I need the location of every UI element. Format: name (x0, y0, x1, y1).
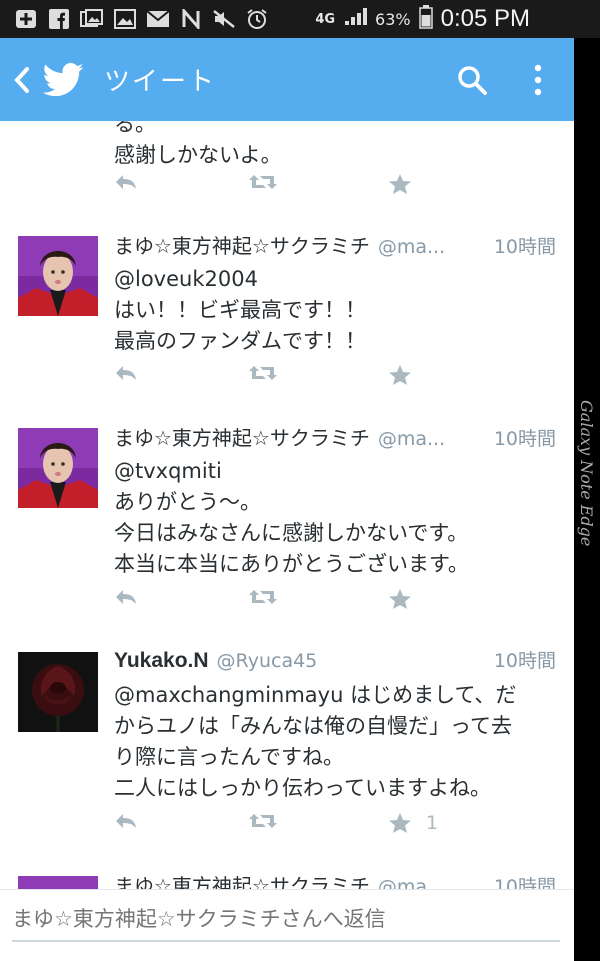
star-icon (389, 589, 411, 609)
tweet[interactable]: る。 感謝しかないよ。 (0, 121, 574, 217)
retweet-button[interactable] (248, 812, 278, 830)
mail-icon (146, 8, 170, 30)
display-name[interactable]: まゆ☆東方神起☆サクラミチ (114, 422, 370, 451)
system-status: 4G 63% 0:05 PM (315, 5, 600, 33)
back-arrow-icon (14, 66, 29, 93)
tweet-line: 最高のファンダムです！！ (114, 329, 366, 353)
add-box-icon (14, 8, 38, 30)
tweet-actions (114, 364, 554, 394)
reply-bar (0, 889, 574, 961)
timestamp: 10時間 (493, 876, 556, 889)
back-button[interactable] (6, 66, 38, 94)
screen-name[interactable]: @ma... (378, 876, 445, 889)
search-icon (458, 65, 487, 95)
mute-icon (212, 8, 236, 30)
clock: 0:05 PM (440, 5, 530, 32)
battery-icon (418, 5, 433, 33)
network-type: 4G (315, 11, 336, 27)
favorite-button[interactable]: 1 (388, 812, 438, 834)
tweet-line: @maxchangminmayu はじめまして、だ (114, 683, 517, 707)
retweet-icon (249, 366, 277, 380)
tweet-header: まゆ☆東方神起☆サクラミチ @ma... 10時間 (114, 422, 556, 456)
app-bar: ツイート (0, 38, 574, 121)
retweet-icon (249, 175, 277, 189)
tweet-line: 今日はみなさんに感謝しかないです。 (114, 521, 469, 545)
tweet-line: 二人にはしっかり伝わっていますよね。 (114, 776, 491, 800)
star-icon (389, 813, 411, 833)
mention-link[interactable]: @tvxqmiti (114, 456, 556, 487)
screen-name[interactable]: @ma... (378, 236, 445, 258)
alarm-icon (245, 8, 269, 30)
avatar[interactable] (18, 428, 98, 508)
tweet[interactable]: Yukako.N @Ryuca45 10時間 @maxchangminmayu … (0, 632, 574, 857)
tweet-header: まゆ☆東方神起☆サクラミチ @ma... 10時間 (114, 230, 556, 264)
gallery-icon (80, 8, 104, 30)
retweet-icon (249, 590, 277, 604)
device-label: Galaxy Note Edge (577, 400, 596, 547)
favorite-count: 1 (426, 812, 439, 834)
avatar[interactable] (18, 236, 98, 316)
page-title: ツイート (104, 67, 217, 97)
retweet-icon (249, 814, 277, 828)
star-icon (389, 365, 411, 385)
reply-button[interactable] (114, 812, 138, 830)
nfc-icon (179, 8, 203, 30)
status-bar: 4G 63% 0:05 PM (0, 0, 600, 38)
star-icon (389, 174, 411, 194)
favorite-button[interactable] (388, 173, 412, 195)
display-name[interactable]: まゆ☆東方神起☆サクラミチ (114, 870, 370, 889)
screen-name[interactable]: @Ryuca45 (217, 650, 318, 672)
tweet-actions (114, 173, 554, 203)
notification-icons (0, 8, 269, 30)
display-name[interactable]: まゆ☆東方神起☆サクラミチ (114, 230, 370, 259)
avatar[interactable] (18, 876, 98, 889)
display-name[interactable]: Yukako.N (114, 649, 209, 673)
favorite-button[interactable] (388, 588, 412, 610)
facebook-icon (47, 8, 71, 30)
tweet-header: Yukako.N @Ryuca45 10時間 (114, 646, 556, 680)
more-vert-icon (534, 64, 542, 95)
image-icon (113, 8, 137, 30)
reply-icon (116, 814, 136, 828)
reply-input[interactable] (12, 902, 560, 942)
tweet-line: ありがとう〜。 (114, 490, 261, 514)
twitter-bird-icon (42, 61, 88, 99)
tweet-line: る。 (114, 121, 156, 136)
reply-icon (116, 366, 136, 380)
reply-button[interactable] (114, 588, 138, 606)
app-bar-actions (454, 62, 556, 98)
mention-link[interactable]: @loveuk2004 (114, 264, 556, 295)
retweet-button[interactable] (248, 364, 278, 382)
tweet[interactable]: まゆ☆東方神起☆サクラミチ @ma... 10時間 (0, 856, 574, 889)
reply-button[interactable] (114, 364, 138, 382)
tweet-timeline[interactable]: る。 感謝しかないよ。 まゆ☆東方神起☆サクラミチ @ma... 10時間 @l… (0, 121, 574, 889)
timestamp: 10時間 (493, 236, 556, 258)
tweet-actions: 1 (114, 812, 554, 842)
signal-icon (343, 7, 368, 31)
tweet-line: 本当に本当にありがとうございます。 (114, 552, 469, 576)
avatar[interactable] (18, 652, 98, 732)
tweet-line: 感謝しかないよ。 (114, 143, 282, 167)
tweet-line: からユノは「みんなは俺の自慢だ」って去 (114, 714, 512, 738)
tweet-actions (114, 588, 554, 618)
reply-icon (116, 175, 136, 189)
reply-icon (116, 590, 136, 604)
search-button[interactable] (454, 62, 490, 98)
battery-percent: 63% (375, 9, 411, 29)
retweet-button[interactable] (248, 588, 278, 606)
screen-name[interactable]: @ma... (378, 428, 445, 450)
tweet-header: まゆ☆東方神起☆サクラミチ @ma... 10時間 (114, 870, 556, 889)
tweet-line: り際に言ったんですね。 (114, 745, 344, 769)
retweet-button[interactable] (248, 173, 278, 191)
tweet[interactable]: まゆ☆東方神起☆サクラミチ @ma... 10時間 @tvxqmiti ありがと… (0, 408, 574, 633)
timestamp: 10時間 (493, 650, 556, 672)
tweet[interactable]: まゆ☆東方神起☆サクラミチ @ma... 10時間 @loveuk2004 はい… (0, 216, 574, 409)
overflow-menu-button[interactable] (520, 62, 556, 98)
tweet-line: はい！！ビギ最高です！！ (114, 298, 366, 322)
reply-button[interactable] (114, 173, 138, 191)
timestamp: 10時間 (493, 428, 556, 450)
favorite-button[interactable] (388, 364, 412, 386)
